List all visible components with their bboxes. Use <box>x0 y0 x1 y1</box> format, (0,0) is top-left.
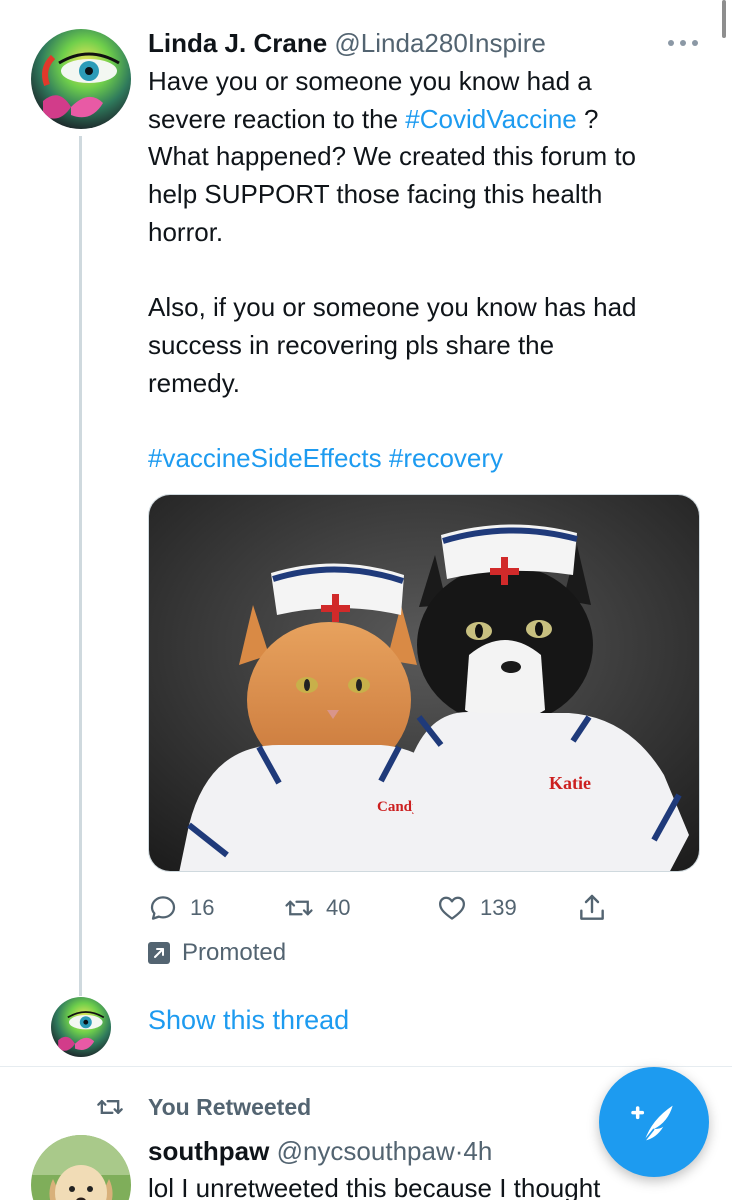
avatar-puppy-image <box>31 1135 131 1200</box>
reply-count: 16 <box>190 895 215 920</box>
nurse-cats-photo: Candy Katie <box>149 495 699 871</box>
tweet-divider <box>0 1066 732 1067</box>
reply-icon <box>150 896 176 920</box>
show-thread-link[interactable]: Show this thread <box>148 1000 349 1040</box>
promoted-text: Promoted <box>182 939 287 966</box>
retweet-context-label: You Retweeted <box>148 1093 312 1120</box>
tweet-text: lol I unretweeted this because I thought <box>148 1173 601 1200</box>
retweet-icon <box>285 900 313 916</box>
tweet-text-line: What happened? We created this forum to <box>148 141 637 172</box>
tweet-text-line: help SUPPORT those facing this health <box>148 179 603 210</box>
tweet-text-line: success in recovering pls share the <box>148 329 555 360</box>
name-label-katie: Katie <box>549 773 591 793</box>
avatar[interactable] <box>31 29 131 129</box>
tweet-media-image[interactable]: Candy Katie <box>148 494 700 872</box>
heart-icon <box>439 896 465 920</box>
compose-tweet-icon <box>631 1105 673 1142</box>
tweet-text-line: horror. <box>148 216 224 247</box>
thread-connector-line <box>79 136 82 996</box>
tweet-action-bar: 16 40 139 <box>148 888 718 928</box>
tweet-text: Have you or someone you know had a sever… <box>148 63 718 478</box>
like-count: 139 <box>480 895 517 920</box>
share-icon <box>580 894 604 920</box>
avatar-eye-butterfly-image <box>51 997 111 1057</box>
handle[interactable]: @nycsouthpaw <box>277 1136 455 1166</box>
retweet-count: 40 <box>326 895 351 920</box>
timeline-screen: Linda J. Crane @Linda280Inspire Have you… <box>0 0 732 1200</box>
display-name[interactable]: Linda J. Crane <box>148 28 327 58</box>
display-name[interactable]: southpaw <box>148 1136 269 1166</box>
timestamp[interactable]: 4h <box>463 1136 492 1166</box>
share-button[interactable] <box>576 888 620 928</box>
tweet-header: Linda J. Crane @Linda280Inspire <box>148 27 546 59</box>
tweet-text-line: Also, if you or someone you know has had <box>148 292 637 323</box>
promoted-label: Promoted <box>148 936 286 970</box>
avatar-eye-butterfly-image <box>31 29 131 129</box>
hashtag-links[interactable]: #vaccineSideEffects #recovery <box>148 440 718 478</box>
reply-button[interactable]: 16 <box>148 888 214 928</box>
tweet-header: southpaw @nycsouthpaw·4h <box>148 1133 492 1169</box>
avatar[interactable] <box>31 1135 131 1200</box>
like-button[interactable]: 139 <box>436 888 517 928</box>
compose-tweet-button[interactable] <box>599 1067 709 1177</box>
scrollbar[interactable] <box>722 0 726 38</box>
promoted-arrow-icon <box>148 942 170 964</box>
retweet-button[interactable]: 40 <box>284 888 350 928</box>
tweet-text-segment: severe reaction to the <box>148 103 406 134</box>
tweet-text-segment: ? <box>576 103 599 134</box>
handle[interactable]: @Linda280Inspire <box>334 28 545 58</box>
tweet-text-line: severe reaction to the #CovidVaccine ? <box>148 101 718 139</box>
hashtag-link-covidvaccine[interactable]: #CovidVaccine <box>405 104 577 134</box>
retweet-context[interactable]: You Retweeted <box>94 1090 311 1124</box>
retweet-icon <box>97 1100 123 1114</box>
tweet-text-line: Have you or someone you know had a <box>148 66 592 96</box>
more-horizontal-icon[interactable] <box>666 36 700 50</box>
avatar-small[interactable] <box>51 997 111 1057</box>
tweet-text-line: remedy. <box>148 367 240 398</box>
